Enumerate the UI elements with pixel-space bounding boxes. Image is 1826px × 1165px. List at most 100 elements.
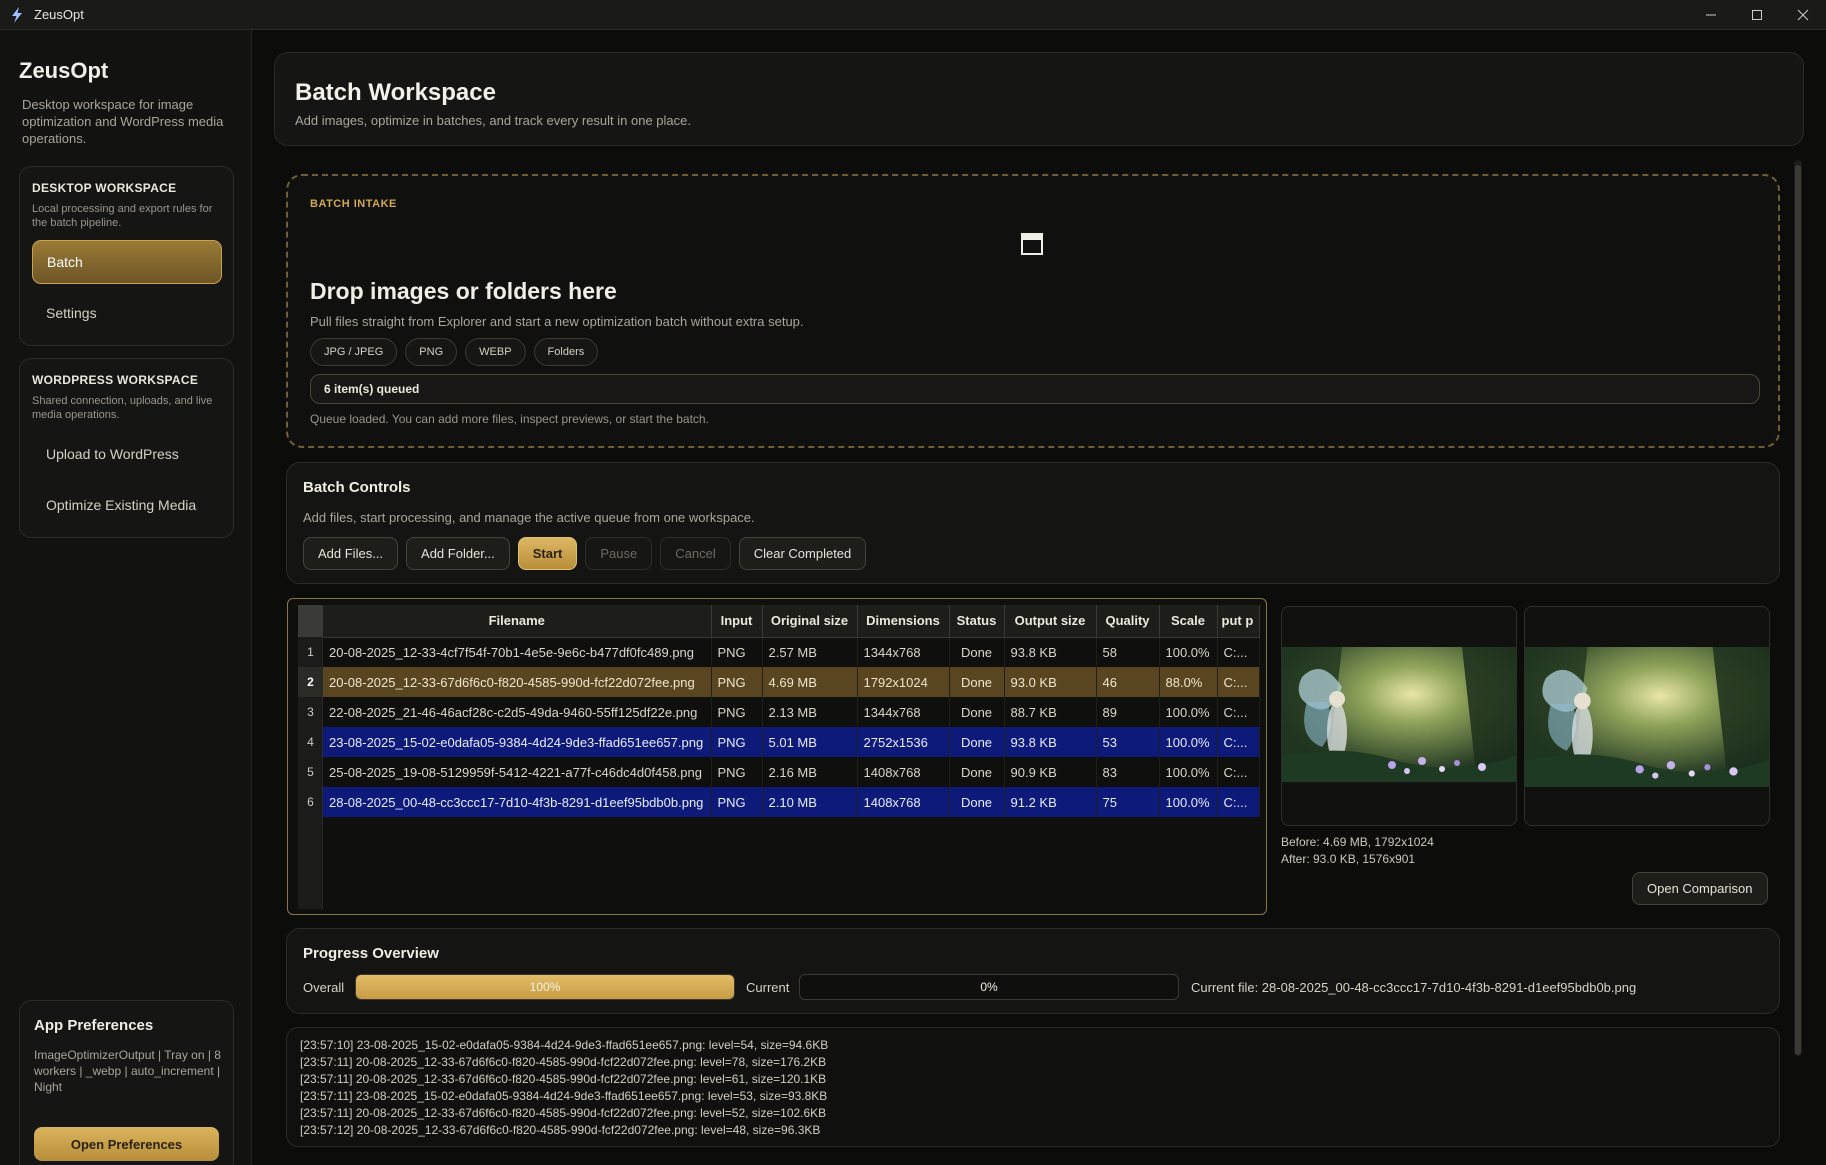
start-button[interactable]: Start xyxy=(517,537,578,570)
cell-dimensions: 1408x768 xyxy=(857,787,950,817)
format-chip: WEBP xyxy=(465,338,526,366)
cell-filename: 28-08-2025_00-48-cc3ccc17-7d10-4f3b-8291… xyxy=(323,787,712,817)
progress-title: Progress Overview xyxy=(303,945,439,962)
cell-output-size: 93.8 KB xyxy=(1004,727,1097,757)
column-header-status[interactable]: Status xyxy=(949,605,1005,638)
format-chips: JPG / JPEG PNG WEBP Folders xyxy=(310,338,599,366)
column-header-output-size[interactable]: Output size xyxy=(1004,605,1097,638)
preview-panel: Before: 4.69 MB, 1792x1024 After: 93.0 K… xyxy=(1281,606,1771,912)
add-files-button[interactable]: Add Files... xyxy=(303,537,399,570)
column-header-dimensions[interactable]: Dimensions xyxy=(857,605,950,638)
row-number[interactable]: 1 xyxy=(298,637,323,667)
preferences-summary: ImageOptimizerOutput | Tray on | 8 worke… xyxy=(34,1048,221,1094)
row-number[interactable]: 2 xyxy=(298,667,323,697)
minimize-button[interactable] xyxy=(1688,0,1734,30)
row-number[interactable]: 5 xyxy=(298,757,323,787)
column-header-filename[interactable]: Filename xyxy=(323,605,712,638)
log-line: [23:57:11] 23-08-2025_15-02-e0dafa05-938… xyxy=(300,1089,828,1103)
close-button[interactable] xyxy=(1780,0,1826,30)
cell-output-size: 91.2 KB xyxy=(1004,787,1097,817)
log-line: [23:57:11] 20-08-2025_12-33-67d6f6c0-f82… xyxy=(300,1055,827,1069)
cell-filename: 23-08-2025_15-02-e0dafa05-9384-4d24-9de3… xyxy=(323,727,712,757)
cell-scale: 100.0% xyxy=(1159,757,1218,787)
cell-original-size: 2.16 MB xyxy=(762,757,858,787)
open-comparison-button[interactable]: Open Comparison xyxy=(1632,872,1768,905)
minimize-icon xyxy=(1706,14,1716,16)
cell-dimensions: 1408x768 xyxy=(857,757,950,787)
table-row[interactable]: 28-08-2025_00-48-cc3ccc17-7d10-4f3b-8291… xyxy=(323,787,1260,817)
column-header-output-path[interactable]: put p xyxy=(1217,605,1260,638)
sidebar-item-upload-to-wordpress[interactable]: Upload to WordPress xyxy=(32,432,222,476)
cell-quality: 89 xyxy=(1096,697,1160,727)
before-info: Before: 4.69 MB, 1792x1024 xyxy=(1281,835,1434,849)
batch-controls: Batch Controls Add files, start processi… xyxy=(286,462,1780,584)
column-header-scale[interactable]: Scale xyxy=(1159,605,1218,638)
column-header-original-size[interactable]: Original size xyxy=(762,605,858,638)
cell-output-path: C:... xyxy=(1217,727,1260,757)
add-folder-button[interactable]: Add Folder... xyxy=(406,537,510,570)
pause-button[interactable]: Pause xyxy=(585,537,653,570)
format-chip: Folders xyxy=(533,338,599,366)
section-title: DESKTOP WORKSPACE xyxy=(32,181,177,195)
page-subtitle: Add images, optimize in batches, and tra… xyxy=(295,113,691,128)
table-row[interactable]: 20-08-2025_12-33-67d6f6c0-f820-4585-990d… xyxy=(323,667,1260,697)
sidebar-item-batch[interactable]: Batch xyxy=(32,240,222,284)
results-table[interactable]: 1 2 3 4 5 6 Filename Input Original size… xyxy=(287,598,1267,915)
table-row[interactable]: 23-08-2025_15-02-e0dafa05-9384-4d24-9de3… xyxy=(323,727,1260,757)
cell-output-path: C:... xyxy=(1217,787,1260,817)
table-corner[interactable] xyxy=(298,605,323,637)
maximize-button[interactable] xyxy=(1734,0,1780,30)
cell-scale: 100.0% xyxy=(1159,637,1218,667)
overall-progress-text: 100% xyxy=(529,980,561,994)
sidebar-item-settings[interactable]: Settings xyxy=(32,291,222,335)
format-chip: PNG xyxy=(405,338,458,366)
scrollbar-thumb[interactable] xyxy=(1795,165,1801,1055)
preferences-title: App Preferences xyxy=(34,1017,154,1034)
cancel-button[interactable]: Cancel xyxy=(660,537,731,570)
after-preview-image xyxy=(1524,606,1770,826)
cell-original-size: 2.10 MB xyxy=(762,787,858,817)
sidebar-item-optimize-existing-media[interactable]: Optimize Existing Media xyxy=(32,483,222,527)
cell-status: Done xyxy=(949,787,1005,817)
cell-original-size: 5.01 MB xyxy=(762,727,858,757)
cell-dimensions: 1344x768 xyxy=(857,637,950,667)
lightning-bolt-icon xyxy=(10,6,26,23)
cell-scale: 100.0% xyxy=(1159,697,1218,727)
cell-original-size: 2.57 MB xyxy=(762,637,858,667)
cell-quality: 75 xyxy=(1096,787,1160,817)
table-row[interactable]: 20-08-2025_12-33-4cf7f54f-70b1-4e5e-9e6c… xyxy=(323,637,1260,667)
maximize-icon xyxy=(1752,10,1762,20)
cell-dimensions: 2752x1536 xyxy=(857,727,950,757)
cell-status: Done xyxy=(949,727,1005,757)
dropzone-subtitle: Pull files straight from Explorer and st… xyxy=(310,314,804,329)
section-title: WORDPRESS WORKSPACE xyxy=(32,373,199,387)
column-header-quality[interactable]: Quality xyxy=(1096,605,1160,638)
cell-status: Done xyxy=(949,667,1005,697)
table-row[interactable]: 25-08-2025_19-08-5129959f-5412-4221-a77f… xyxy=(323,757,1260,787)
activity-log[interactable]: [23:57:10] 23-08-2025_15-02-e0dafa05-938… xyxy=(286,1027,1780,1147)
row-number[interactable]: 6 xyxy=(298,787,323,817)
log-line: [23:57:11] 20-08-2025_12-33-67d6f6c0-f82… xyxy=(300,1106,827,1120)
row-number[interactable]: 4 xyxy=(298,727,323,757)
batch-intake-dropzone[interactable]: BATCH INTAKE Drop images or folders here… xyxy=(286,174,1780,448)
cell-quality: 46 xyxy=(1096,667,1160,697)
cell-dimensions: 1792x1024 xyxy=(857,667,950,697)
cell-input: PNG xyxy=(711,727,763,757)
open-preferences-button[interactable]: Open Preferences xyxy=(34,1127,219,1161)
cell-status: Done xyxy=(949,697,1005,727)
brand-description: Desktop workspace for image optimization… xyxy=(22,97,224,146)
row-number[interactable]: 3 xyxy=(298,697,323,727)
cell-output-size: 93.8 KB xyxy=(1004,637,1097,667)
cell-input: PNG xyxy=(711,637,763,667)
cell-original-size: 4.69 MB xyxy=(762,667,858,697)
cell-output-size: 88.7 KB xyxy=(1004,697,1097,727)
cell-status: Done xyxy=(949,757,1005,787)
log-line: [23:57:11] 20-08-2025_12-33-67d6f6c0-f82… xyxy=(300,1072,827,1086)
table-row[interactable]: 22-08-2025_21-46-46acf28c-c2d5-49da-9460… xyxy=(323,697,1260,727)
overall-label: Overall xyxy=(303,980,345,995)
clear-completed-button[interactable]: Clear Completed xyxy=(738,537,867,570)
format-chip: JPG / JPEG xyxy=(310,338,398,366)
before-preview-image xyxy=(1281,606,1517,826)
controls-title: Batch Controls xyxy=(303,479,411,496)
column-header-input[interactable]: Input xyxy=(711,605,763,638)
